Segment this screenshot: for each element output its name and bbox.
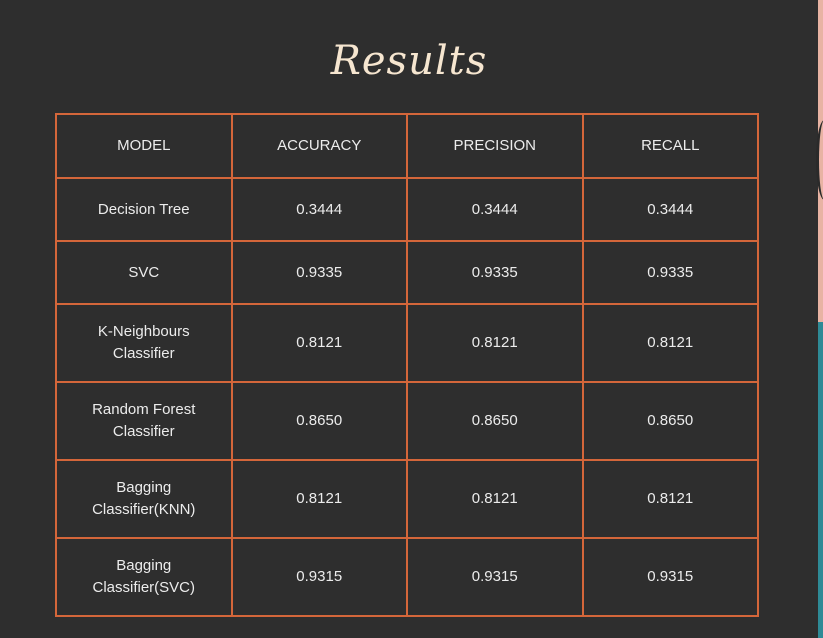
table-row: K-Neighbours Classifier 0.8121 0.8121 0.… (55, 303, 759, 383)
results-table: MODEL ACCURACY PRECISION RECALL Decision… (55, 113, 759, 617)
model-name-line2: Classifier (112, 423, 175, 440)
model-name-line1: Bagging (116, 479, 172, 496)
model-name-line1: K-Neighbours (97, 323, 190, 340)
decorative-teal-strip (818, 322, 823, 638)
accuracy-cell: 0.9335 (230, 240, 408, 305)
model-cell: Bagging Classifier(SVC) (55, 537, 233, 617)
recall-cell: 0.3444 (581, 177, 759, 242)
column-header-recall: RECALL (581, 113, 759, 179)
accuracy-cell: 0.8650 (230, 381, 408, 461)
recall-cell: 0.8650 (581, 381, 759, 461)
recall-cell: 0.9315 (581, 537, 759, 617)
accuracy-cell: 0.8121 (230, 459, 408, 539)
model-name-line2: Classifier (112, 345, 175, 362)
model-cell: Decision Tree (55, 177, 233, 242)
model-name-line1: Random Forest (92, 401, 196, 418)
precision-cell: 0.8121 (406, 459, 584, 539)
recall-cell: 0.8121 (581, 303, 759, 383)
recall-cell: 0.9335 (581, 240, 759, 305)
precision-cell: 0.3444 (406, 177, 584, 242)
column-header-accuracy: ACCURACY (230, 113, 408, 179)
precision-cell: 0.8121 (406, 303, 584, 383)
accuracy-cell: 0.3444 (230, 177, 408, 242)
accuracy-cell: 0.8121 (230, 303, 408, 383)
slide-title: Results (330, 38, 488, 84)
accuracy-cell: 0.9315 (230, 537, 408, 617)
table-row: Random Forest Classifier 0.8650 0.8650 0… (55, 381, 759, 461)
model-name-line2: Classifier(SVC) (92, 579, 195, 596)
table-row: Bagging Classifier(KNN) 0.8121 0.8121 0.… (55, 459, 759, 539)
results-slide: Results MODEL ACCURACY PRECISION RECALL … (0, 0, 818, 638)
model-cell: SVC (55, 240, 233, 305)
recall-cell: 0.8121 (581, 459, 759, 539)
model-cell: Random Forest Classifier (55, 381, 233, 461)
table-row: SVC 0.9335 0.9335 0.9335 (55, 240, 759, 305)
column-header-model: MODEL (55, 113, 233, 179)
table-row: Bagging Classifier(SVC) 0.9315 0.9315 0.… (55, 537, 759, 617)
model-cell: K-Neighbours Classifier (55, 303, 233, 383)
precision-cell: 0.8650 (406, 381, 584, 461)
table-header-row: MODEL ACCURACY PRECISION RECALL (55, 113, 759, 179)
model-name-line2: Classifier(KNN) (92, 501, 196, 518)
model-name-line1: Bagging (116, 557, 172, 574)
table-row: Decision Tree 0.3444 0.3444 0.3444 (55, 177, 759, 242)
column-header-precision: PRECISION (406, 113, 584, 179)
precision-cell: 0.9315 (406, 537, 584, 617)
precision-cell: 0.9335 (406, 240, 584, 305)
model-cell: Bagging Classifier(KNN) (55, 459, 233, 539)
